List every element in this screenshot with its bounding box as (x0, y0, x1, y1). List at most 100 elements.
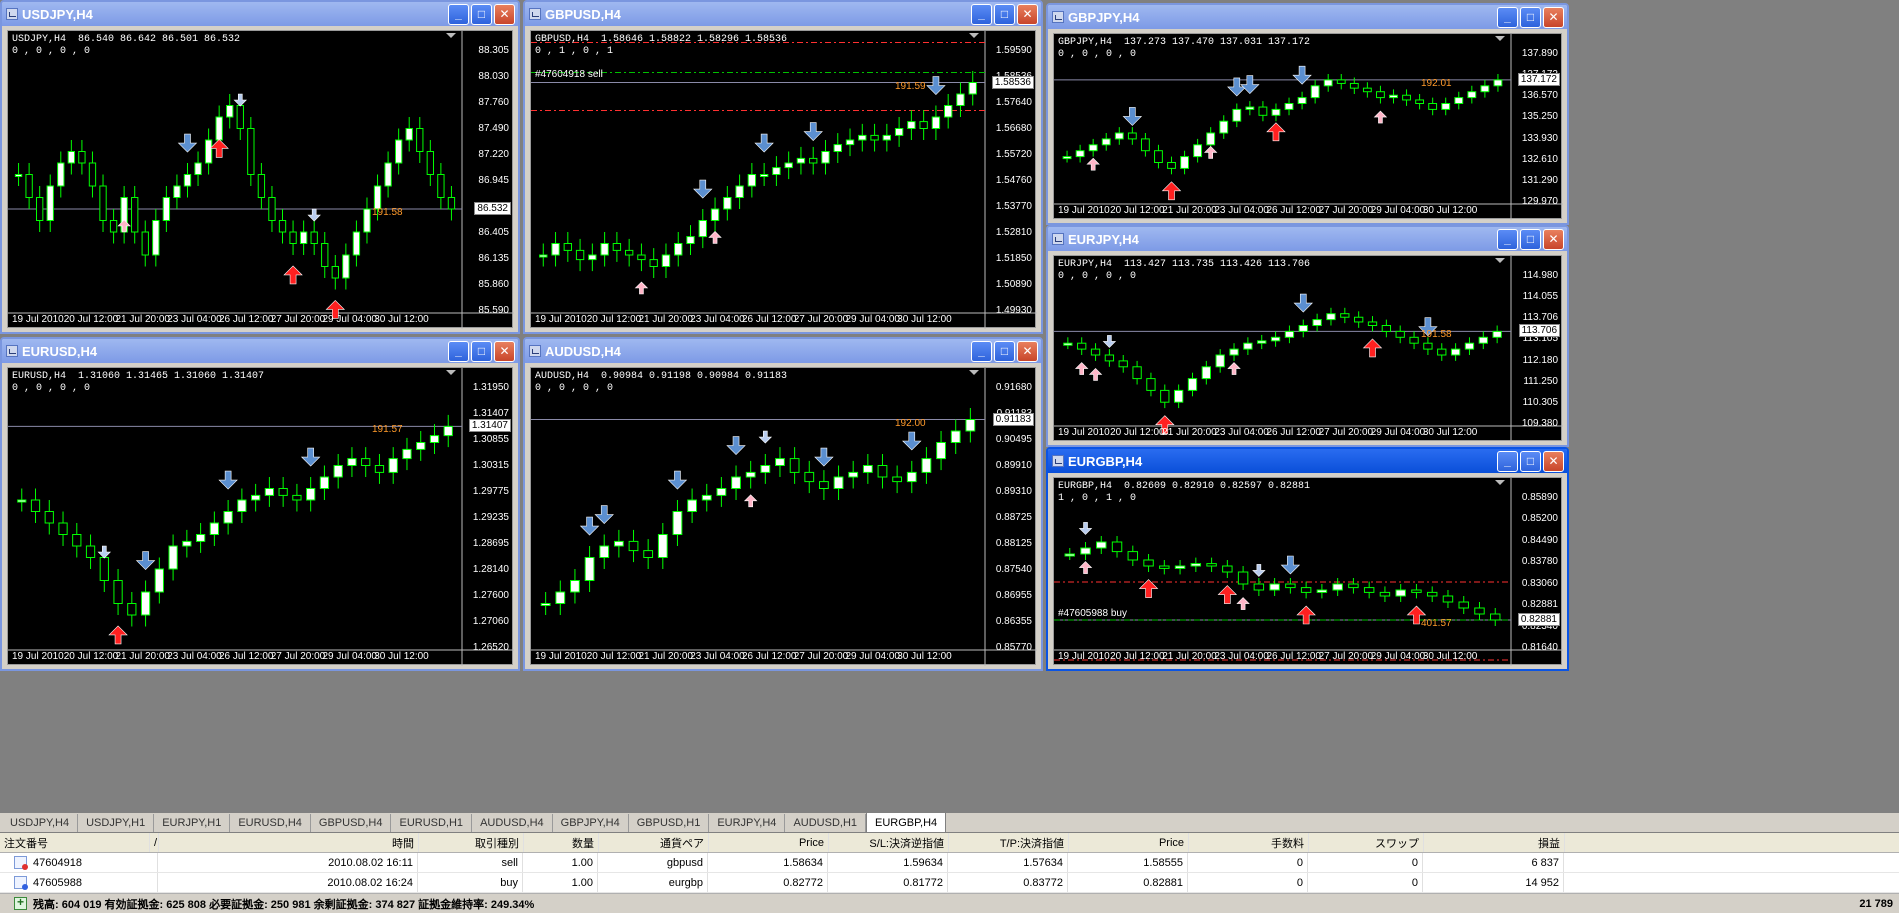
order-row[interactable]: 47604918 2010.08.02 16:11 sell 1.00 gbpusd 1.… (0, 853, 1899, 873)
order-line-label[interactable]: #47604918 sell (535, 69, 603, 80)
price-axis-label: 0.90495 (995, 434, 1032, 445)
chart-area[interactable]: GBPUSD,H4 1.58646 1.58822 1.58296 1.5853… (530, 30, 1037, 329)
close-button[interactable]: ✕ (494, 340, 515, 362)
time-axis-label: 30 Jul 12:00 (1422, 205, 1478, 216)
window-titlebar[interactable]: EURUSD,H4 _ □ ✕ (2, 339, 518, 363)
candle-bull (894, 128, 904, 136)
window-titlebar[interactable]: GBPJPY,H4 _ □ ✕ (1048, 5, 1567, 29)
chart-window-eurusd[interactable]: EURUSD,H4 _ □ ✕ EURUSD,H4 1.31060 1.31465 1.… (0, 337, 520, 671)
maximize-button[interactable]: □ (1520, 6, 1541, 28)
minimize-button[interactable]: _ (971, 3, 992, 25)
chart-window-gbpusd[interactable]: GBPUSD,H4 _ □ ✕ GBPUSD,H4 1.58646 1.58822 1.… (523, 0, 1043, 334)
time-axis-label: 30 Jul 12:00 (374, 314, 429, 325)
close-button[interactable]: ✕ (1543, 6, 1564, 28)
column-header[interactable]: S/L:決済逆指値 (829, 833, 949, 852)
minimize-button[interactable]: _ (448, 3, 469, 25)
time-axis-label: 30 Jul 12:00 (897, 314, 952, 325)
column-header[interactable]: スワップ (1309, 833, 1424, 852)
indicator-value: 191.58 (372, 207, 403, 218)
chart-area[interactable]: EURUSD,H4 1.31060 1.31465 1.31060 1.3140… (7, 367, 514, 666)
time-axis-label: 20 Jul 12:00 (63, 314, 119, 325)
candle-bull (1467, 91, 1477, 99)
buy-signal-arrow-icon (117, 219, 131, 233)
chart-tab[interactable]: GBPUSD,H4 (310, 814, 392, 832)
chart-tab[interactable]: USDJPY,H1 (78, 814, 155, 832)
candle-bear (1127, 132, 1137, 140)
minimize-button[interactable]: _ (971, 340, 992, 362)
candle-bear (99, 185, 107, 221)
chart-window-gbpjpy[interactable]: GBPJPY,H4 _ □ ✕ GBPJPY,H4 137.273 137.470 13… (1046, 3, 1569, 225)
close-button[interactable]: ✕ (1017, 3, 1038, 25)
column-header[interactable]: 数量 (524, 833, 599, 852)
candle-bear (624, 249, 634, 256)
close-button[interactable]: ✕ (494, 3, 515, 25)
candlestick-chart (1054, 34, 1563, 220)
window-titlebar[interactable]: GBPUSD,H4 _ □ ✕ (525, 2, 1041, 26)
chart-tab[interactable]: EURUSD,H1 (391, 814, 473, 832)
chart-area[interactable]: GBPJPY,H4 137.273 137.470 137.031 137.17… (1053, 33, 1563, 220)
candle-bull (731, 476, 741, 489)
chart-area[interactable]: EURGBP,H4 0.82609 0.82910 0.82597 0.8288… (1053, 477, 1563, 666)
candle-bull (251, 494, 261, 501)
chart-tab[interactable]: AUDUSD,H4 (472, 814, 553, 832)
candle-bear (99, 557, 109, 581)
chart-window-eurgbp[interactable]: EURGBP,H4 _ □ ✕ EURGBP,H4 0.82609 0.82910 0.… (1046, 447, 1569, 671)
price-axis-label: 129.970 (1521, 196, 1558, 207)
order-line-label[interactable]: #47605988 buy (1058, 608, 1127, 619)
maximize-button[interactable]: □ (471, 340, 492, 362)
column-header[interactable]: 取引種別 (419, 833, 524, 852)
chart-window-eurjpy[interactable]: EURJPY,H4 _ □ ✕ EURJPY,H4 113.427 113.735 11… (1046, 225, 1569, 447)
chart-window-audusd[interactable]: AUDUSD,H4 _ □ ✕ AUDUSD,H4 0.90984 0.91198 0.… (523, 337, 1043, 671)
chart-tab[interactable]: EURJPY,H1 (154, 814, 231, 832)
chart-area[interactable]: USDJPY,H4 86.540 86.642 86.501 86.532 0 … (7, 30, 514, 329)
sell-signal-arrow-icon (667, 470, 688, 490)
maximize-button[interactable]: □ (1520, 450, 1541, 472)
chart-tab[interactable]: GBPJPY,H4 (552, 814, 629, 832)
order-cell: 1.58634 (708, 853, 828, 872)
window-titlebar[interactable]: EURGBP,H4 _ □ ✕ (1048, 449, 1567, 473)
column-header[interactable]: 手数料 (1189, 833, 1309, 852)
minimize-button[interactable]: _ (1497, 450, 1518, 472)
time-axis-label: 27 Jul 20:00 (270, 651, 326, 662)
column-header[interactable]: 時間 (159, 833, 419, 852)
candle-bear (30, 499, 41, 512)
window-titlebar[interactable]: EURJPY,H4 _ □ ✕ (1048, 227, 1567, 251)
sell-signal-arrow-icon (902, 431, 922, 451)
window-titlebar[interactable]: AUDUSD,H4 _ □ ✕ (525, 339, 1041, 363)
chart-tab[interactable]: EURJPY,H4 (709, 814, 786, 832)
chart-area[interactable]: AUDUSD,H4 0.90984 0.91198 0.90984 0.9118… (530, 367, 1037, 666)
candle-bear (416, 128, 424, 152)
column-header[interactable]: 注文番号 (0, 833, 150, 852)
chart-window-usdjpy[interactable]: USDJPY,H4 _ □ ✕ USDJPY,H4 86.540 86.642 86.5… (0, 0, 520, 334)
maximize-button[interactable]: □ (1520, 228, 1541, 250)
close-button[interactable]: ✕ (1543, 450, 1564, 472)
current-price-box: 137.172 (1517, 72, 1560, 86)
price-axis-label: 85.590 (478, 305, 509, 316)
window-titlebar[interactable]: USDJPY,H4 _ □ ✕ (2, 2, 518, 26)
column-header[interactable]: / (150, 833, 159, 852)
close-button[interactable]: ✕ (1017, 340, 1038, 362)
minimize-button[interactable]: _ (1497, 6, 1518, 28)
column-header[interactable]: 損益 (1424, 833, 1565, 852)
minimize-button[interactable]: _ (1497, 228, 1518, 250)
maximize-button[interactable]: □ (994, 340, 1015, 362)
close-button[interactable]: ✕ (1543, 228, 1564, 250)
time-axis-label: 19 Jul 2010 (12, 314, 64, 325)
chart-tab[interactable]: USDJPY,H4 (2, 814, 79, 832)
column-header[interactable]: T/P:決済指値 (949, 833, 1069, 852)
maximize-button[interactable]: □ (994, 3, 1015, 25)
candle-bull (1269, 583, 1280, 591)
order-row[interactable]: 47605988 2010.08.02 16:24 buy 1.00 eurgbp 0.8… (0, 873, 1899, 893)
chart-tab[interactable]: EURGBP,H4 (866, 812, 947, 832)
chart-tab[interactable]: AUDUSD,H1 (785, 814, 867, 832)
sell-signal-arrow-icon (1293, 293, 1313, 313)
minimize-button[interactable]: _ (448, 340, 469, 362)
chart-tab[interactable]: EURUSD,H4 (230, 814, 311, 832)
column-header[interactable]: Price (709, 833, 829, 852)
column-header[interactable]: Price (1069, 833, 1189, 852)
maximize-button[interactable]: □ (471, 3, 492, 25)
buy-signal-arrow-icon (1227, 362, 1241, 375)
column-header[interactable]: 通貨ペア (599, 833, 709, 852)
chart-tab[interactable]: GBPUSD,H1 (628, 814, 710, 832)
chart-area[interactable]: EURJPY,H4 113.427 113.735 113.426 113.70… (1053, 255, 1563, 442)
